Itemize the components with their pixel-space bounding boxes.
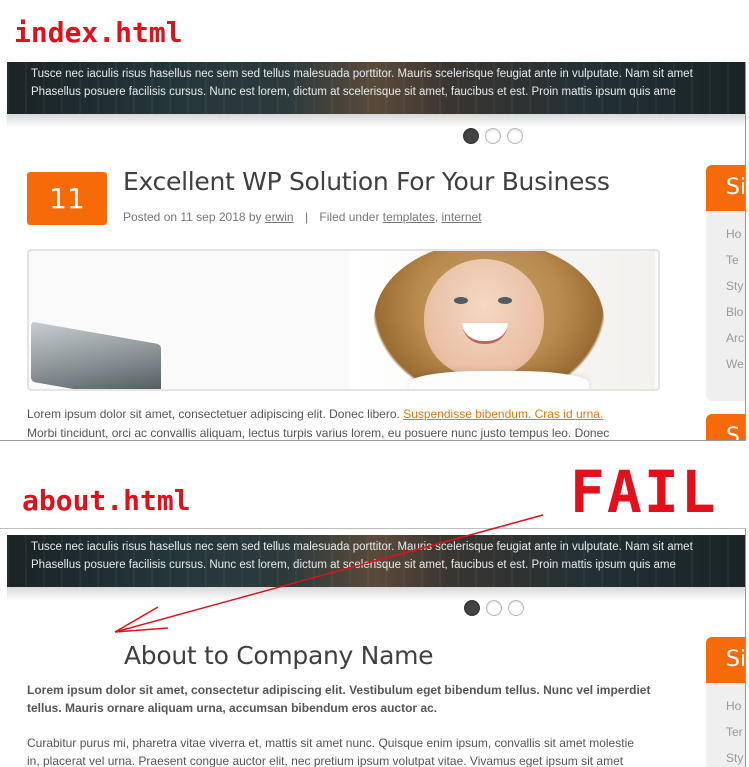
post-title[interactable]: Excellent WP Solution For Your Business [123,167,610,196]
slider-dot-3[interactable] [507,128,523,144]
sidebar-heading-2: S [706,414,745,440]
about-paragraph: Curabitur purus mi, pharetra vitae viver… [27,734,657,767]
meta-separator: | [304,210,309,224]
about-page-screenshot: Tusce nec iaculis risus hasellus nec sem… [0,528,746,767]
sidebar-item-1[interactable]: Ho [706,221,745,247]
hero-banner-about: Tusce nec iaculis risus hasellus nec sem… [7,535,745,587]
woman-face [424,259,544,377]
hero-line-1-about: Tusce nec iaculis risus hasellus nec sem… [31,541,693,553]
excerpt-link[interactable]: Suspendisse bibendum. Cras id urna. [403,407,603,421]
sidebar-item-5[interactable]: Arc [706,325,745,351]
author-link[interactable]: erwin [265,210,294,224]
hero-text: Tusce nec iaculis risus hasellus nec sem… [31,65,693,101]
category-link-templates[interactable]: templates [383,210,435,224]
slider-dots [463,128,523,144]
hero-line-2: Phasellus posuere facilisis cursus. Nunc… [31,86,676,98]
post-featured-image [27,249,660,391]
hero-line-2-about: Phasellus posuere facilisis cursus. Nunc… [31,559,676,571]
slider-dot-2-about[interactable] [486,600,502,616]
slider-dot-1[interactable] [463,128,479,144]
post-meta: Posted on 11 sep 2018 by erwin | Filed u… [123,210,482,224]
slider-dot-1-about[interactable] [464,600,480,616]
sidebar-widget-2: S [706,414,745,440]
hero-shadow [7,114,745,128]
sidebar-item-2[interactable]: Te [706,247,745,273]
sidebar-item-6[interactable]: We [706,351,745,377]
sidebar-item-4[interactable]: Blo [706,299,745,325]
about-line-1: Curabitur purus mi, pharetra vitae viver… [27,736,634,750]
meta-comma: , [434,210,439,224]
excerpt-line-1: Lorem ipsum dolor sit amet, consectetuer… [27,407,400,421]
excerpt-line-2: Morbi tincidunt, orci ac convallis aliqu… [27,426,610,440]
hero-banner: Tusce nec iaculis risus hasellus nec sem… [7,62,745,114]
meta-filed: Filed under [319,210,380,224]
sidebar-heading: Si [706,165,745,211]
sidebar-item-3[interactable]: Sty [706,273,745,299]
index-html-label: index.html [14,16,183,49]
slider-dot-2[interactable] [485,128,501,144]
sidebar-item-about-2[interactable]: Ter [706,719,745,745]
sidebar-item-about-1[interactable]: Ho [706,693,745,719]
sidebar-heading-about: Si [706,637,745,683]
post-date-badge: 11 [27,172,107,225]
about-line-2: in, placerat vel urna. Praesent congue a… [27,754,624,767]
woman-shirt [409,371,589,389]
index-page-screenshot: Tusce nec iaculis risus hasellus nec sem… [0,62,746,441]
slider-dot-3-about[interactable] [508,600,524,616]
sidebar-item-about-3[interactable]: Sty [706,745,745,767]
slider-dots-about [464,600,524,616]
about-html-label: about.html [22,484,191,517]
about-intro-bold: Lorem ipsum dolor sit amet, consectetur … [27,683,651,715]
tablet-device-image [31,321,161,389]
category-link-internet[interactable]: internet [442,210,482,224]
fail-label: FAIL [570,458,718,526]
about-page-title: About to Company Name [124,641,434,670]
post-excerpt: Lorem ipsum dolor sit amet, consectetuer… [27,405,657,440]
meta-posted: Posted on 11 sep 2018 by [123,210,262,224]
sidebar-widget-about: Si Ho Ter Sty [706,637,745,767]
hero-line-1: Tusce nec iaculis risus hasellus nec sem… [31,68,693,80]
sidebar-widget: Si Ho Te Sty Blo Arc We [706,165,745,401]
